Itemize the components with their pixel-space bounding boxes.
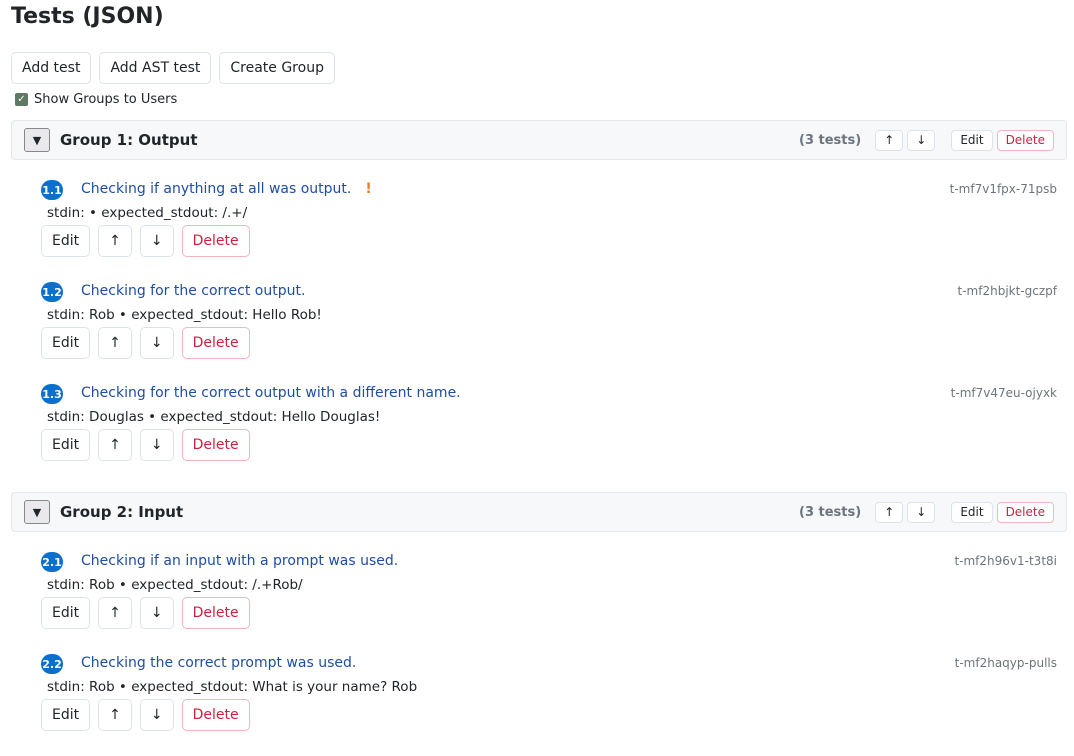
test-item: 2.2 Checking the correct prompt was used… — [41, 654, 1057, 756]
group-move-up-button[interactable]: ↑ — [875, 501, 904, 523]
group-test-count: (3 tests) — [799, 504, 862, 520]
test-move-down-button[interactable]: ↓ — [139, 327, 174, 359]
toolbar: Add test Add AST test Create Group — [11, 52, 335, 84]
test-item: 1.2 Checking for the correct output. t-m… — [41, 282, 1057, 384]
test-id: t-mf7v1fpx-71psb — [949, 182, 1057, 196]
test-delete-button[interactable]: Delete — [181, 327, 250, 359]
test-detail: stdin: • expected_stdout: /.+/ — [47, 205, 248, 221]
collapse-toggle-icon[interactable]: ▼ — [24, 128, 50, 152]
test-detail: stdin: Rob • expected_stdout: Hello Rob! — [47, 307, 322, 323]
collapse-toggle-icon[interactable]: ▼ — [24, 500, 50, 524]
test-title[interactable]: Checking for the correct output with a d… — [81, 385, 461, 401]
group-test-count: (3 tests) — [799, 132, 862, 148]
test-item: 1.3 Checking for the correct output with… — [41, 384, 1057, 486]
test-move-down-button[interactable]: ↓ — [139, 225, 174, 257]
test-move-down-button[interactable]: ↓ — [139, 699, 174, 731]
test-delete-button[interactable]: Delete — [181, 699, 250, 731]
group-move-up-button[interactable]: ↑ — [875, 129, 904, 151]
test-detail: stdin: Rob • expected_stdout: /.+Rob/ — [47, 577, 303, 593]
add-test-button[interactable]: Add test — [11, 52, 92, 84]
test-item: 2.1 Checking if an input with a prompt w… — [41, 552, 1057, 654]
group-title: Group 2: Input — [60, 503, 184, 521]
show-groups-label: Show Groups to Users — [34, 92, 178, 107]
test-move-up-button[interactable]: ↑ — [98, 699, 132, 731]
test-actions: Edit ↑ ↓ Delete — [41, 327, 250, 359]
warning-icon: ! — [365, 181, 372, 197]
test-move-up-button[interactable]: ↑ — [98, 597, 132, 629]
group-title: Group 1: Output — [60, 131, 198, 149]
checkbox-checked-icon[interactable]: ✓ — [15, 93, 28, 106]
test-edit-button[interactable]: Edit — [41, 699, 91, 731]
test-title[interactable]: Checking if anything at all was output.! — [81, 181, 372, 197]
test-id: t-mf2hbjkt-gczpf — [957, 284, 1057, 298]
test-detail: stdin: Rob • expected_stdout: What is yo… — [47, 679, 418, 695]
test-move-down-button[interactable]: ↓ — [139, 429, 174, 461]
test-group: ▼ Group 1: Output (3 tests) ↑ ↓ Edit Del… — [11, 120, 1067, 486]
test-number-badge: 2.1 — [41, 552, 63, 572]
test-actions: Edit ↑ ↓ Delete — [41, 225, 250, 257]
test-move-up-button[interactable]: ↑ — [98, 225, 132, 257]
test-delete-button[interactable]: Delete — [181, 429, 250, 461]
group-edit-button[interactable]: Edit — [951, 129, 993, 151]
test-title-text[interactable]: Checking for the correct output. — [81, 283, 305, 299]
test-item: 1.1 Checking if anything at all was outp… — [41, 180, 1057, 282]
page-title: Tests (JSON) — [11, 4, 164, 29]
test-edit-button[interactable]: Edit — [41, 597, 91, 629]
test-title-text[interactable]: Checking if an input with a prompt was u… — [81, 553, 398, 569]
test-move-up-button[interactable]: ↑ — [98, 429, 132, 461]
test-title[interactable]: Checking if an input with a prompt was u… — [81, 553, 398, 569]
test-id: t-mf7v47eu-ojyxk — [950, 386, 1057, 400]
create-group-button[interactable]: Create Group — [219, 52, 335, 84]
test-number-badge: 2.2 — [41, 654, 63, 674]
test-number-badge: 1.3 — [41, 384, 63, 404]
test-id: t-mf2h96v1-t3t8i — [954, 554, 1057, 568]
group-delete-button[interactable]: Delete — [996, 129, 1054, 151]
test-actions: Edit ↑ ↓ Delete — [41, 597, 250, 629]
test-delete-button[interactable]: Delete — [181, 597, 250, 629]
test-move-down-button[interactable]: ↓ — [139, 597, 174, 629]
test-actions: Edit ↑ ↓ Delete — [41, 699, 250, 731]
test-title[interactable]: Checking the correct prompt was used. — [81, 655, 356, 671]
group-delete-button[interactable]: Delete — [996, 501, 1054, 523]
test-id: t-mf2haqyp-pulls — [954, 656, 1057, 670]
test-move-up-button[interactable]: ↑ — [98, 327, 132, 359]
test-number-badge: 1.2 — [41, 282, 63, 302]
group-header: ▼ Group 2: Input (3 tests) ↑ ↓ Edit Dele… — [11, 492, 1067, 532]
group-header: ▼ Group 1: Output (3 tests) ↑ ↓ Edit Del… — [11, 120, 1067, 160]
test-edit-button[interactable]: Edit — [41, 225, 91, 257]
add-ast-test-button[interactable]: Add AST test — [99, 52, 212, 84]
show-groups-checkbox[interactable]: ✓ Show Groups to Users — [15, 92, 177, 107]
test-group: ▼ Group 2: Input (3 tests) ↑ ↓ Edit Dele… — [11, 492, 1067, 756]
test-delete-button[interactable]: Delete — [181, 225, 250, 257]
test-title[interactable]: Checking for the correct output. — [81, 283, 305, 299]
group-list: ▼ Group 1: Output (3 tests) ↑ ↓ Edit Del… — [11, 120, 1067, 756]
group-move-down-button[interactable]: ↓ — [907, 501, 936, 523]
group-edit-button[interactable]: Edit — [951, 501, 993, 523]
test-title-text[interactable]: Checking for the correct output with a d… — [81, 385, 461, 401]
test-actions: Edit ↑ ↓ Delete — [41, 429, 250, 461]
test-edit-button[interactable]: Edit — [41, 429, 91, 461]
test-detail: stdin: Douglas • expected_stdout: Hello … — [47, 409, 381, 425]
test-title-text[interactable]: Checking if anything at all was output. — [81, 181, 351, 197]
test-title-text[interactable]: Checking the correct prompt was used. — [81, 655, 356, 671]
group-move-down-button[interactable]: ↓ — [907, 129, 936, 151]
test-edit-button[interactable]: Edit — [41, 327, 91, 359]
test-number-badge: 1.1 — [41, 180, 63, 200]
